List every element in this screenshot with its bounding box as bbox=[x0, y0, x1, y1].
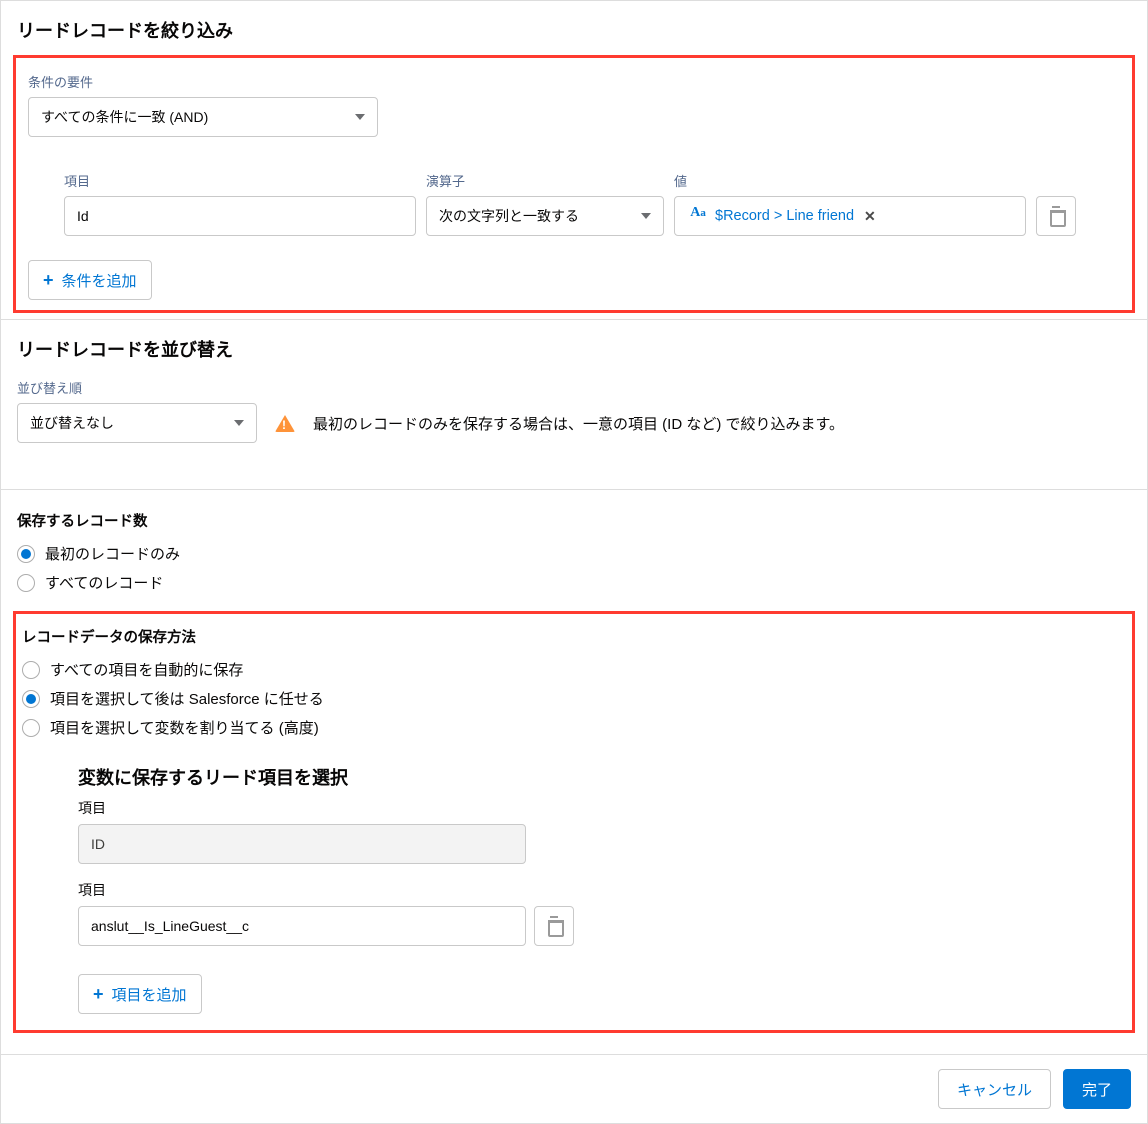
store-method-label: レコードデータの保存方法 bbox=[16, 622, 1132, 655]
radio-first-label: 最初のレコードのみ bbox=[45, 543, 180, 564]
store-count-label: 保存するレコード数 bbox=[1, 490, 1147, 539]
sort-order-label: 並び替え順 bbox=[1, 374, 1147, 403]
plus-icon: + bbox=[93, 985, 104, 1003]
condition-field-input[interactable]: Id bbox=[64, 196, 416, 236]
condition-value-pill: $Record > Line friend bbox=[715, 208, 854, 224]
chevron-down-icon bbox=[234, 420, 244, 426]
add-condition-label: 条件を追加 bbox=[62, 270, 137, 291]
delete-condition-button[interactable] bbox=[1036, 196, 1076, 236]
col-field-label: 項目 bbox=[64, 167, 416, 196]
filter-highlight: 条件の要件 すべての条件に一致 (AND) 項目 Id 演算子 次の文字列と一致… bbox=[13, 55, 1135, 313]
dialog-container: リードレコードを絞り込み 条件の要件 すべての条件に一致 (AND) 項目 Id… bbox=[0, 0, 1148, 1124]
text-formula-icon: Aa bbox=[687, 205, 709, 227]
radio-select-var-label: 項目を選択して変数を割り当てる (高度) bbox=[50, 717, 319, 738]
select-fields-header: 変数に保存するリード項目を選択 bbox=[16, 742, 1132, 798]
sort-header: リードレコードを並び替え bbox=[1, 319, 1147, 374]
radio-select-sf[interactable] bbox=[22, 690, 40, 708]
radio-auto-label: すべての項目を自動的に保存 bbox=[50, 659, 243, 680]
store-method-group: すべての項目を自動的に保存 項目を選択して後は Salesforce に任せる … bbox=[16, 655, 1132, 742]
field-api-value: anslut__Is_LineGuest__c bbox=[91, 918, 249, 934]
sort-order-select[interactable]: 並び替えなし bbox=[17, 403, 257, 443]
field-api-input[interactable]: anslut__Is_LineGuest__c bbox=[78, 906, 526, 946]
radio-select-sf-label: 項目を選択して後は Salesforce に任せる bbox=[50, 688, 324, 709]
sort-order-value: 並び替えなし bbox=[30, 413, 114, 433]
cancel-button[interactable]: キャンセル bbox=[938, 1069, 1051, 1109]
clear-value-icon[interactable]: ✕ bbox=[860, 206, 880, 227]
store-method-highlight: レコードデータの保存方法 すべての項目を自動的に保存 項目を選択して後は Sal… bbox=[13, 611, 1135, 1033]
filter-header: リードレコードを絞り込み bbox=[1, 1, 1147, 55]
requirement-select[interactable]: すべての条件に一致 (AND) bbox=[28, 97, 378, 137]
field-label-1: 項目 bbox=[78, 798, 1132, 824]
radio-first-record[interactable] bbox=[17, 545, 35, 563]
requirement-label: 条件の要件 bbox=[28, 68, 1120, 97]
col-operator-label: 演算子 bbox=[426, 167, 664, 196]
field-id-input: ID bbox=[78, 824, 526, 864]
footer: キャンセル 完了 bbox=[1, 1054, 1147, 1123]
radio-select-var[interactable] bbox=[22, 719, 40, 737]
plus-icon: + bbox=[43, 271, 54, 289]
add-field-label: 項目を追加 bbox=[112, 984, 187, 1005]
done-button[interactable]: 完了 bbox=[1063, 1069, 1131, 1109]
delete-field-button[interactable] bbox=[534, 906, 574, 946]
col-value-label: 値 bbox=[674, 167, 1026, 196]
sort-warning-text: 最初のレコードのみを保存する場合は、一意の項目 (ID など) で絞り込みます。 bbox=[313, 413, 844, 434]
trash-icon bbox=[1048, 208, 1064, 224]
condition-operator-select[interactable]: 次の文字列と一致する bbox=[426, 196, 664, 236]
add-field-button[interactable]: + 項目を追加 bbox=[78, 974, 202, 1014]
condition-value-input[interactable]: Aa $Record > Line friend ✕ bbox=[674, 196, 1026, 236]
chevron-down-icon bbox=[355, 114, 365, 120]
warning-icon bbox=[275, 415, 295, 432]
store-count-group: 最初のレコードのみ すべてのレコード bbox=[1, 539, 1147, 597]
add-condition-button[interactable]: + 条件を追加 bbox=[28, 260, 152, 300]
trash-icon bbox=[546, 918, 562, 934]
radio-all-label: すべてのレコード bbox=[45, 572, 163, 593]
field-label-2: 項目 bbox=[78, 880, 1132, 906]
requirement-value: すべての条件に一致 (AND) bbox=[41, 107, 208, 127]
condition-operator-value: 次の文字列と一致する bbox=[439, 206, 579, 226]
chevron-down-icon bbox=[641, 213, 651, 219]
radio-auto-save[interactable] bbox=[22, 661, 40, 679]
radio-all-records[interactable] bbox=[17, 574, 35, 592]
field-id-value: ID bbox=[91, 836, 105, 852]
condition-field-value: Id bbox=[77, 208, 89, 224]
